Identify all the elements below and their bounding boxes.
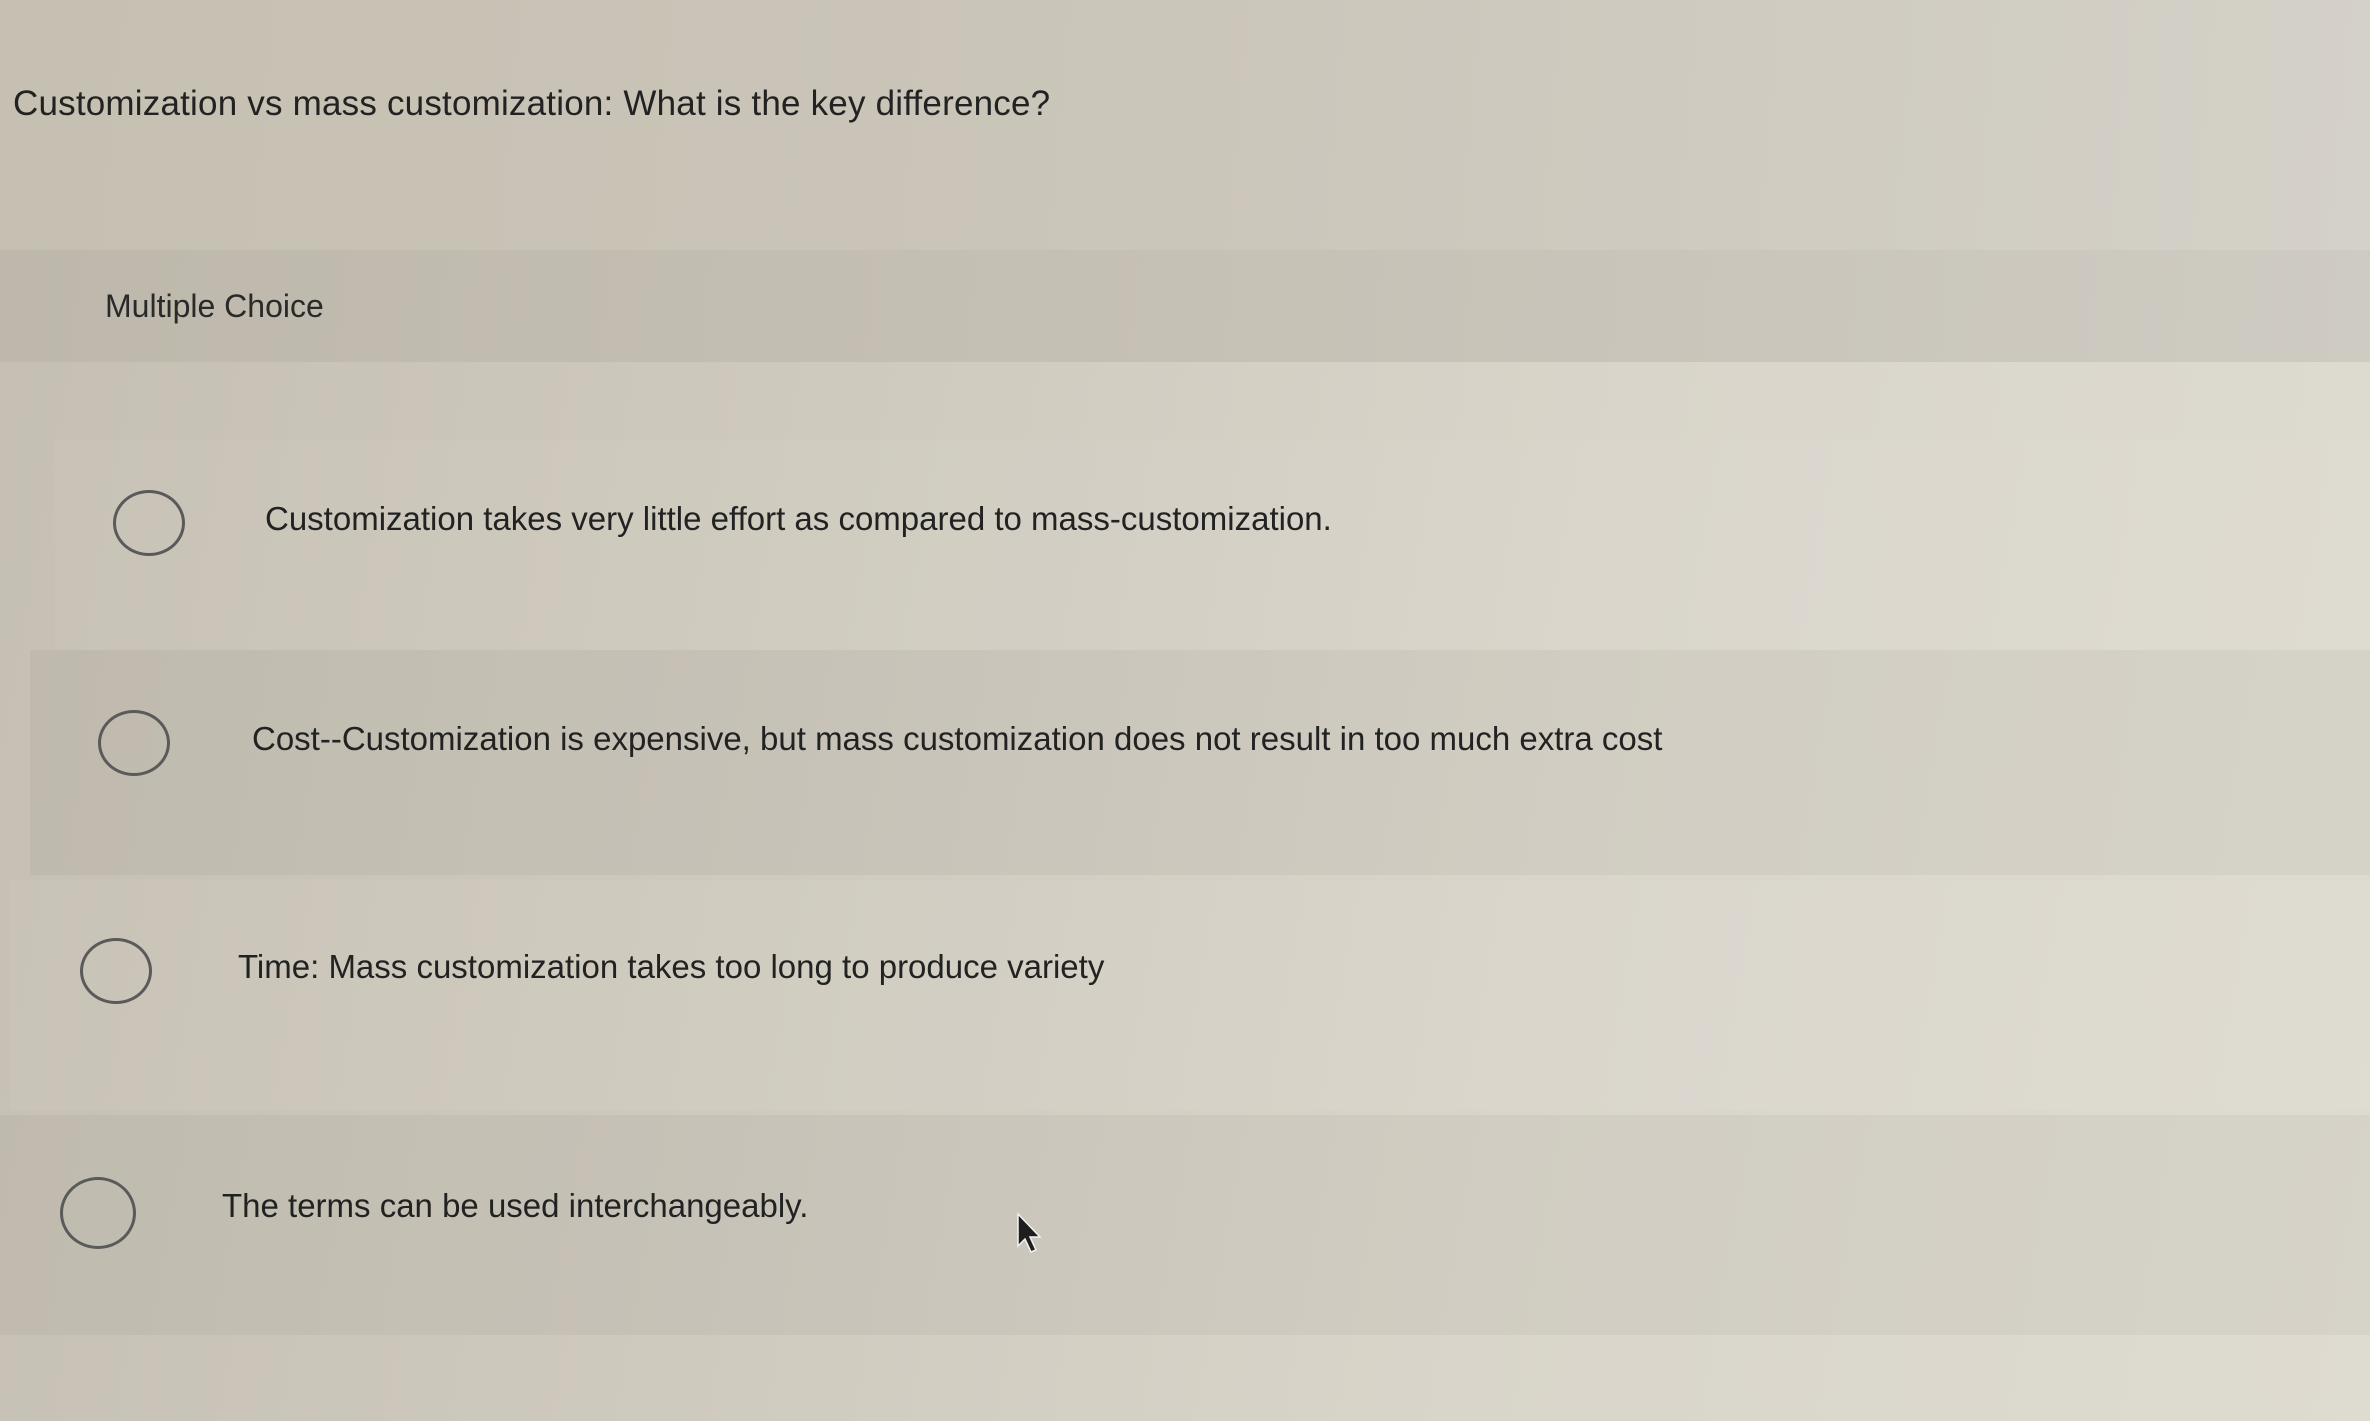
radio-button-icon[interactable] [60,1177,136,1249]
answer-option-1[interactable]: Customization takes very little effort a… [55,440,2370,650]
answer-option-label: Cost--Customization is expensive, but ma… [252,720,1663,757]
answer-option-4[interactable]: The terms can be used interchangeably. [0,1115,2370,1335]
question-header: Customization vs mass customization: Wha… [0,0,2370,250]
mouse-pointer-icon [1017,1212,1042,1253]
radio-button-icon[interactable] [80,938,152,1004]
question-text: Customization vs mass customization: Wha… [13,84,1051,123]
answer-option-label: Time: Mass customization takes too long … [238,948,1105,985]
radio-button-icon[interactable] [113,490,185,556]
answer-option-label: The terms can be used interchangeably. [222,1187,809,1224]
radio-button-icon[interactable] [98,710,170,776]
answer-option-2[interactable]: Cost--Customization is expensive, but ma… [30,650,2370,875]
question-type-label: Multiple Choice [105,288,324,324]
question-type-bar [0,250,2370,362]
answer-option-label: Customization takes very little effort a… [265,500,1332,537]
answer-option-3[interactable]: Time: Mass customization takes too long … [10,880,2370,1110]
